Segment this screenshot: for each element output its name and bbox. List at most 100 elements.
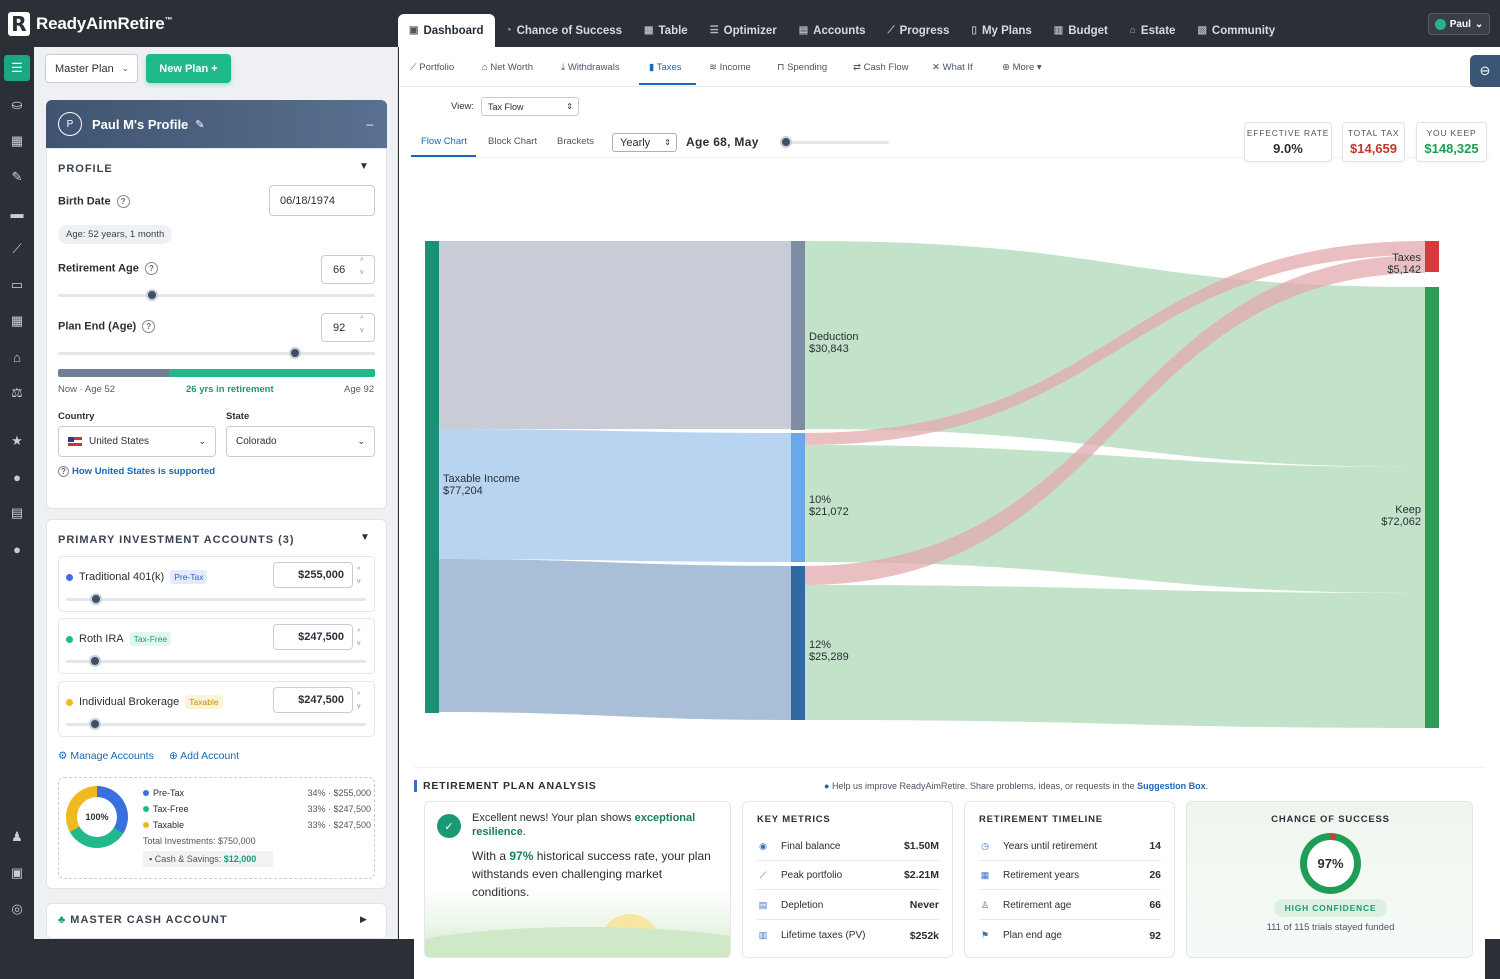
suggestion-box-link[interactable]: Suggestion Box xyxy=(1137,781,1206,791)
gift-icon[interactable]: ▣ xyxy=(7,863,27,883)
plan-select[interactable]: Master Plan ⌄ xyxy=(45,54,138,83)
tab-block-chart[interactable]: Block Chart xyxy=(488,136,537,147)
account-stepper[interactable]: ^ v xyxy=(357,690,361,712)
subtab-spending[interactable]: ⊓ Spending xyxy=(777,62,827,73)
tab-brackets[interactable]: Brackets xyxy=(557,136,594,147)
account-value-field[interactable]: $247,500 xyxy=(273,687,353,713)
coins-icon[interactable]: ⛀ xyxy=(7,95,27,115)
caret-down-icon[interactable]: ▼ xyxy=(359,161,369,172)
tab-accounts[interactable]: ▤ Accounts xyxy=(788,14,877,47)
age-slider[interactable] xyxy=(784,141,889,144)
tab-optimizer[interactable]: ☰ Optimizer xyxy=(699,14,788,47)
collapse-panel-button[interactable]: ⊖ xyxy=(1470,55,1500,87)
node-taxable-income[interactable] xyxy=(425,241,439,713)
lightbulb-icon[interactable]: ● xyxy=(7,539,27,559)
chart-line-icon[interactable]: ⟋ xyxy=(7,239,27,259)
view-select[interactable]: Tax Flow ⇕ xyxy=(481,97,579,116)
caret-right-icon[interactable]: ▶ xyxy=(360,914,367,925)
retirement-age-field[interactable]: 66 xyxy=(321,255,375,284)
account-slider[interactable] xyxy=(66,723,366,726)
account-slider-handle[interactable] xyxy=(89,655,101,667)
wallet-icon[interactable]: ▬ xyxy=(7,203,27,223)
chat-icon[interactable]: ● xyxy=(7,467,27,487)
master-cash-card[interactable]: ♣ MASTER CASH ACCOUNT ▶ xyxy=(46,903,387,939)
node-bracket-12[interactable] xyxy=(791,566,805,720)
bank-icon[interactable]: ⌂ xyxy=(7,347,27,367)
book-icon[interactable]: ▤ xyxy=(7,503,27,523)
node-keep[interactable] xyxy=(1425,287,1439,728)
subtab-more[interactable]: ⊕ More ▾ xyxy=(1002,62,1042,73)
chevron-down-icon: ⌄ xyxy=(121,63,129,73)
help-icon[interactable]: ? xyxy=(144,262,158,275)
plan-end-stepper[interactable]: ^ v xyxy=(360,314,364,336)
node-deduction[interactable] xyxy=(791,241,805,430)
magic-wand-icon[interactable]: ✎ xyxy=(7,167,27,187)
new-plan-button[interactable]: New Plan + xyxy=(146,54,231,83)
user-menu-button[interactable]: Paul ⌄ xyxy=(1428,13,1490,35)
add-account-link[interactable]: ⊕ Add Account xyxy=(169,750,239,762)
calendar-icon[interactable]: ▦ xyxy=(7,311,27,331)
country-select[interactable]: United States ⌄ xyxy=(58,426,216,457)
tab-dashboard[interactable]: ▣ Dashboard xyxy=(398,14,495,47)
chart-icon: ⟋ xyxy=(759,869,767,880)
metric-row: ◉ Final balance $1.50M xyxy=(757,832,939,861)
table-icon: ▦ xyxy=(644,25,654,36)
help-icon[interactable]: ? xyxy=(116,195,130,208)
retirement-age-slider[interactable] xyxy=(58,294,375,297)
folder-icon[interactable]: ▭ xyxy=(7,275,27,295)
account-slider[interactable] xyxy=(66,660,366,663)
subtab-portfolio[interactable]: ⟋ Portfolio xyxy=(410,62,454,73)
dashboard-rail-icon[interactable]: ☰ xyxy=(4,55,30,81)
birth-date-field[interactable]: 06/18/1974 xyxy=(269,185,375,216)
timeline-row: ⚑ Plan end age 92 xyxy=(980,929,1161,942)
scale-icon[interactable]: ⚖ xyxy=(7,383,27,403)
tab-progress[interactable]: ⟋ Progress xyxy=(877,14,961,47)
tab-table[interactable]: ▦ Table xyxy=(633,14,699,47)
retirement-age-slider-handle[interactable] xyxy=(146,289,158,301)
account-slider-handle[interactable] xyxy=(89,718,101,730)
tab-budget[interactable]: ▥ Budget xyxy=(1043,14,1119,47)
state-select[interactable]: Colorado ⌄ xyxy=(226,426,375,457)
account-value-field[interactable]: $255,000 xyxy=(273,562,353,588)
star-icon[interactable]: ★ xyxy=(7,431,27,451)
caret-down-icon: ▾ xyxy=(1034,62,1042,73)
profile-header[interactable]: P Paul M's Profile ✎ – xyxy=(46,100,387,148)
account-stepper[interactable]: ^ v xyxy=(357,627,361,649)
manage-accounts-link[interactable]: ⚙ Manage Accounts xyxy=(58,750,154,762)
subtab-income[interactable]: ≋ Income xyxy=(709,62,751,73)
label-bracket-10: 10% xyxy=(809,494,831,506)
caret-down-icon[interactable]: ▼ xyxy=(360,532,370,543)
headset-icon[interactable]: ◎ xyxy=(7,899,27,919)
account-value-field[interactable]: $247,500 xyxy=(273,624,353,650)
app-logo[interactable]: R ReadyAimRetire™ xyxy=(8,12,173,36)
subtab-taxes[interactable]: ▮ Taxes xyxy=(649,62,682,73)
subtab-withdrawals[interactable]: ⤓ Withdrawals xyxy=(561,62,620,73)
tab-chance-of-success[interactable]: ◔ Chance of Success xyxy=(495,14,634,47)
period-select[interactable]: Yearly ⇕ xyxy=(612,133,677,152)
money-icon: ≋ xyxy=(709,62,720,73)
subtab-what-if[interactable]: ✕ What If xyxy=(932,62,973,73)
node-taxes[interactable] xyxy=(1425,241,1439,272)
grid-icon[interactable]: ▦ xyxy=(7,131,27,151)
collapse-icon[interactable]: – xyxy=(366,117,373,131)
plan-end-slider-handle[interactable] xyxy=(289,347,301,359)
support-link[interactable]: ? How United States is supported xyxy=(58,466,215,477)
plan-end-slider[interactable] xyxy=(58,352,375,355)
age-slider-handle[interactable] xyxy=(780,136,792,148)
subtab-cash-flow[interactable]: ⇄ Cash Flow xyxy=(853,62,908,73)
edit-icon[interactable]: ✎ xyxy=(195,118,204,131)
help-icon[interactable]: ? xyxy=(142,320,156,333)
plan-end-field[interactable]: 92 xyxy=(321,313,375,342)
retirement-age-stepper[interactable]: ^ v xyxy=(360,256,364,278)
tab-estate[interactable]: ⌂ Estate xyxy=(1119,14,1187,47)
node-bracket-10[interactable] xyxy=(791,433,805,562)
tab-community[interactable]: ▧ Community xyxy=(1186,14,1286,47)
account-slider[interactable] xyxy=(66,598,366,601)
account-slider-handle[interactable] xyxy=(90,593,102,605)
account-stepper[interactable]: ^ v xyxy=(357,565,361,587)
user-settings-icon[interactable]: ♟ xyxy=(7,827,27,847)
subtab-net-worth[interactable]: ⌂ Net Worth xyxy=(482,62,533,73)
tab-flow-chart[interactable]: Flow Chart xyxy=(421,136,467,147)
donut-center: 100% xyxy=(77,797,117,837)
tab-my-plans[interactable]: ▯ My Plans xyxy=(960,14,1042,47)
